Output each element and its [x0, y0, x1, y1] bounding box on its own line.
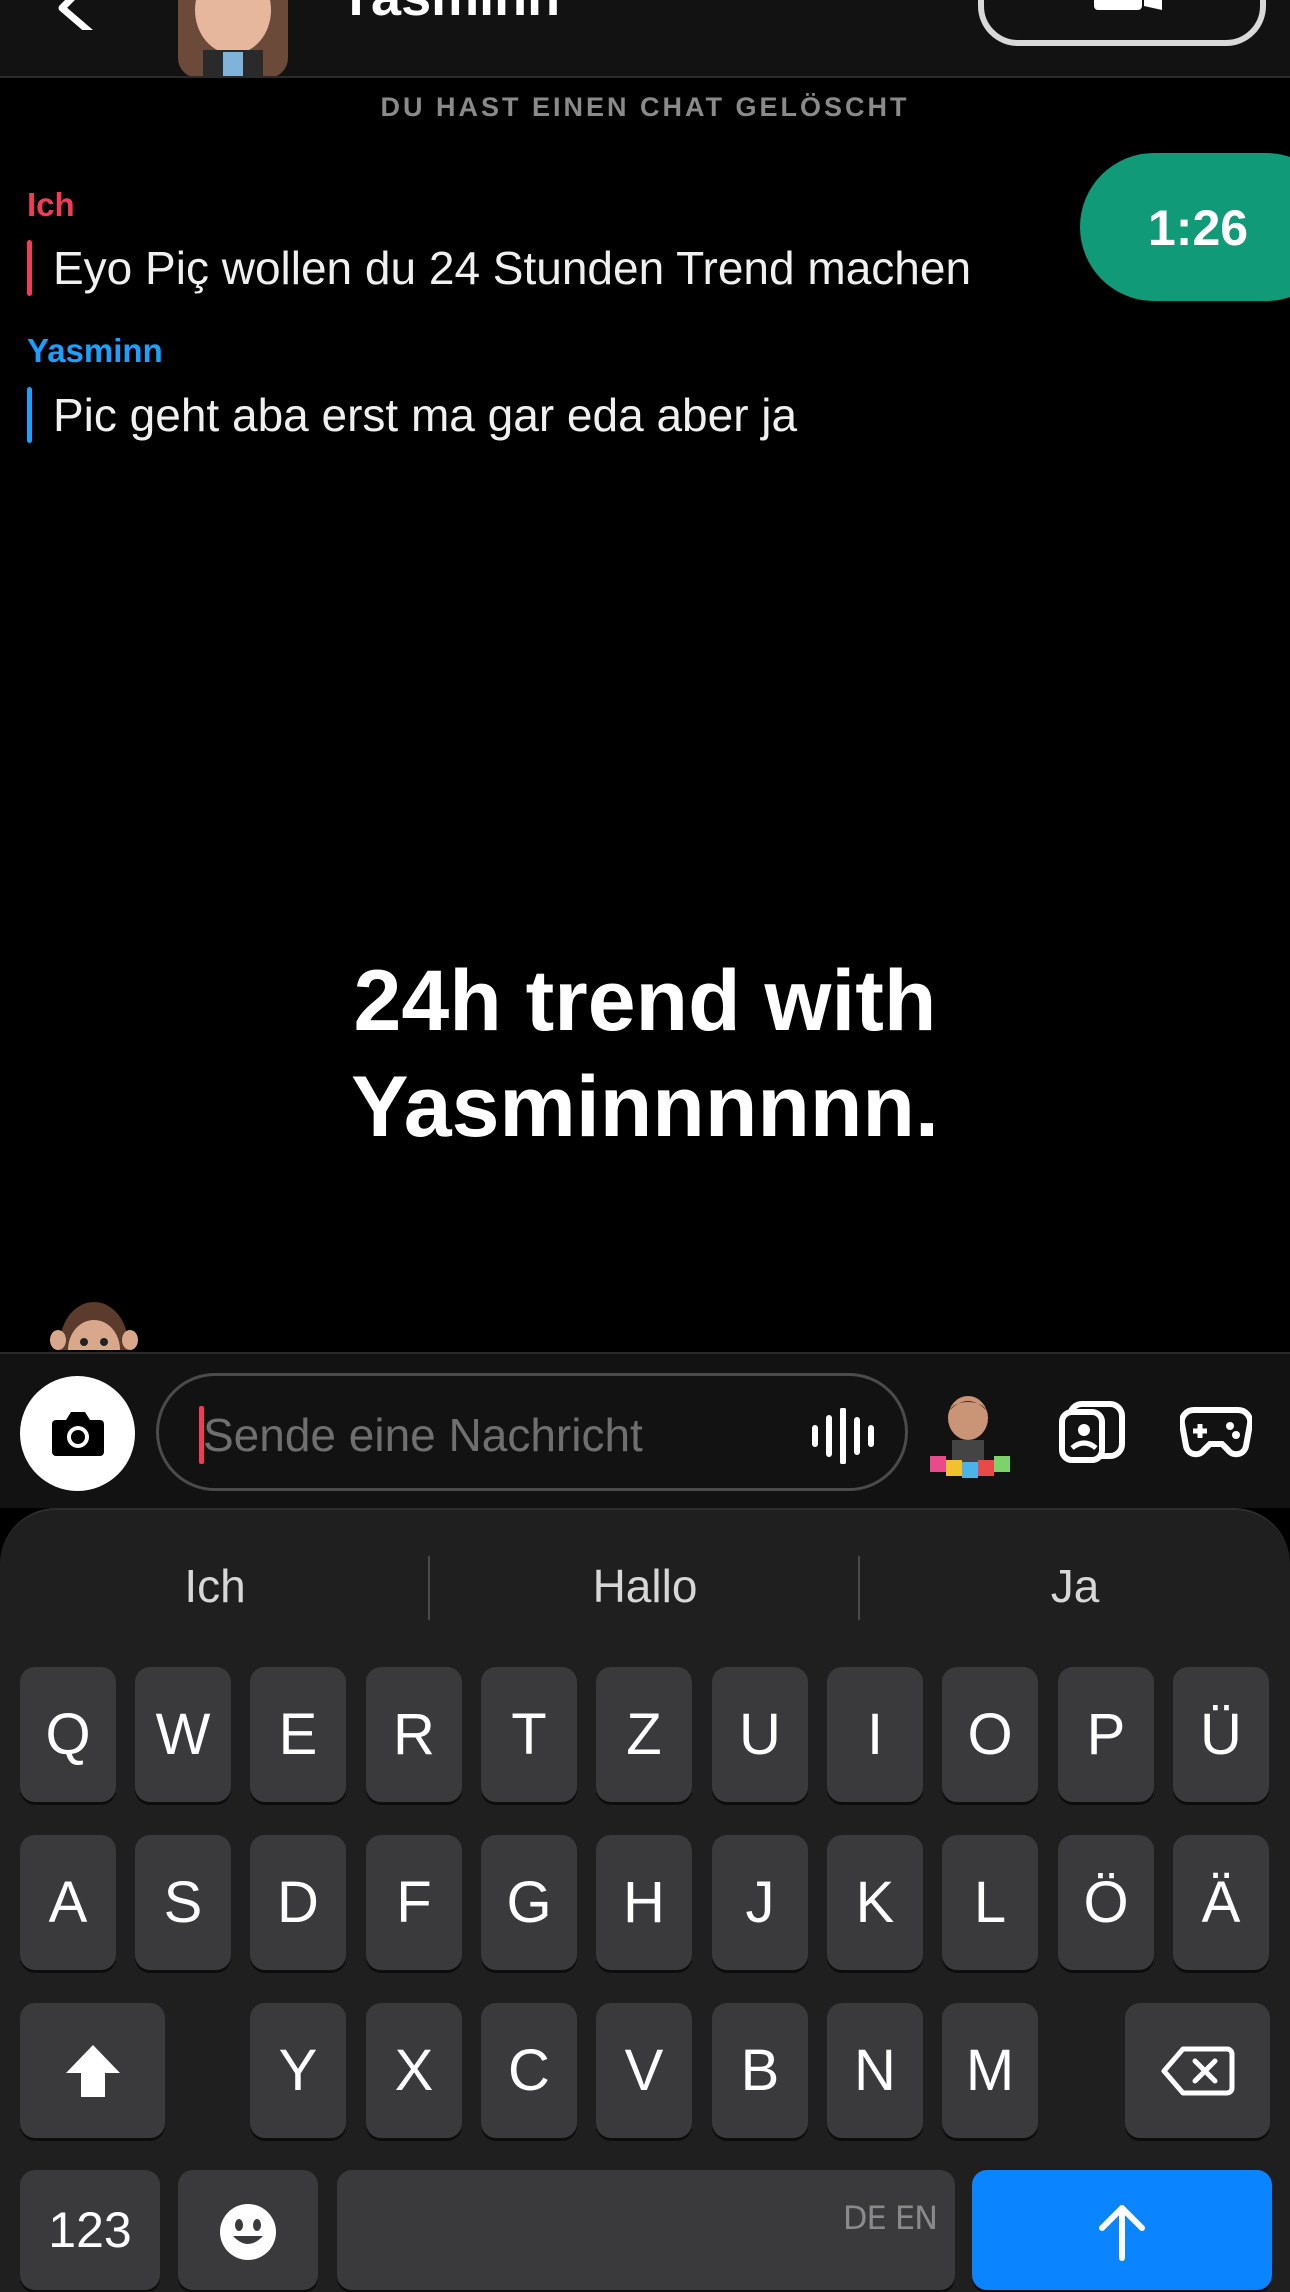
message-input[interactable]: Sende eine Nachricht [156, 1373, 908, 1491]
key-c[interactable]: C [481, 2003, 577, 2138]
message-placeholder: Sende eine Nachricht [203, 1409, 643, 1461]
key-l[interactable]: L [942, 1835, 1038, 1970]
games-icon[interactable] [1180, 1404, 1252, 1460]
numbers-key[interactable]: 123 [20, 2170, 160, 2290]
key-u[interactable]: U [712, 1667, 808, 1802]
key-z[interactable]: Z [596, 1667, 692, 1802]
contact-name[interactable]: Yasminn [338, 0, 560, 24]
key-j[interactable]: J [712, 1835, 808, 1970]
chat-header: Yasminn [0, 0, 1290, 78]
key-a[interactable]: A [20, 1835, 116, 1970]
message-input-bar: Sende eine Nachricht [0, 1352, 1290, 1508]
sender-label-contact: Yasminn [27, 332, 163, 369]
timer-text: 1:26 [1148, 200, 1249, 256]
space-key[interactable]: DE EN [337, 2170, 955, 2290]
overlay-caption: 24h trend with Yasminnnnnn. [0, 948, 1290, 1160]
send-arrow-icon [1099, 2205, 1145, 2261]
key-t[interactable]: T [481, 1667, 577, 1802]
shift-key[interactable] [20, 2003, 165, 2138]
key-w[interactable]: W [135, 1667, 231, 1802]
suggestion-2[interactable]: Hallo [430, 1546, 860, 1626]
key-v[interactable]: V [596, 2003, 692, 2138]
send-key[interactable] [972, 2170, 1272, 2290]
keyboard: Ich Hallo Ja Q W E R T Z U I O P Ü A S D… [0, 1508, 1290, 2292]
key-k[interactable]: K [827, 1835, 923, 1970]
key-h[interactable]: H [596, 1835, 692, 1970]
suggestion-1[interactable]: Ich [0, 1546, 430, 1626]
typing-bitmoji-icon [50, 1302, 138, 1350]
sticker-icon[interactable] [1058, 1400, 1128, 1464]
avatar[interactable] [168, 0, 298, 78]
sender-label-me: Ich [27, 186, 75, 223]
key-r[interactable]: R [366, 1667, 462, 1802]
key-b[interactable]: B [712, 2003, 808, 2138]
key-n[interactable]: N [827, 2003, 923, 2138]
back-icon[interactable] [50, 0, 110, 30]
suggestion-3[interactable]: Ja [860, 1546, 1290, 1626]
deleted-chat-notice: DU HAST EINEN CHAT GELÖSCHT [380, 92, 910, 122]
key-ae[interactable]: Ä [1173, 1835, 1269, 1970]
backspace-icon [1161, 2046, 1235, 2096]
voice-icon[interactable] [809, 1408, 881, 1464]
key-p[interactable]: P [1058, 1667, 1154, 1802]
key-i[interactable]: I [827, 1667, 923, 1802]
key-oe[interactable]: Ö [1058, 1835, 1154, 1970]
key-q[interactable]: Q [20, 1667, 116, 1802]
key-ue[interactable]: Ü [1173, 1667, 1269, 1802]
key-y[interactable]: Y [250, 2003, 346, 2138]
timer-badge: 1:26 [1080, 153, 1290, 301]
key-s[interactable]: S [135, 1835, 231, 1970]
camera-icon [52, 1412, 104, 1456]
key-g[interactable]: G [481, 1835, 577, 1970]
bitmoji-icon[interactable] [922, 1394, 1016, 1484]
key-e[interactable]: E [250, 1667, 346, 1802]
emoji-key[interactable] [178, 2170, 318, 2290]
key-d[interactable]: D [250, 1835, 346, 1970]
caption-line-1: 24h trend with [353, 953, 937, 1049]
video-camera-icon [1094, 0, 1162, 10]
message-text-me[interactable]: Eyo Piç wollen du 24 Stunden Trend mache… [27, 236, 971, 300]
camera-button[interactable] [20, 1376, 135, 1491]
emoji-icon [220, 2204, 276, 2260]
key-f[interactable]: F [366, 1835, 462, 1970]
key-o[interactable]: O [942, 1667, 1038, 1802]
caption-line-2: Yasminnnnnn. [351, 1059, 939, 1155]
shift-icon [66, 2045, 120, 2097]
backspace-key[interactable] [1125, 2003, 1270, 2138]
key-m[interactable]: M [942, 2003, 1038, 2138]
suggestion-bar: Ich Hallo Ja [0, 1546, 1290, 1626]
language-label: DE EN [842, 2199, 938, 2237]
message-text-contact[interactable]: Pic geht aba erst ma gar eda aber ja [27, 383, 797, 447]
video-call-button[interactable] [978, 0, 1266, 46]
key-x[interactable]: X [366, 2003, 462, 2138]
